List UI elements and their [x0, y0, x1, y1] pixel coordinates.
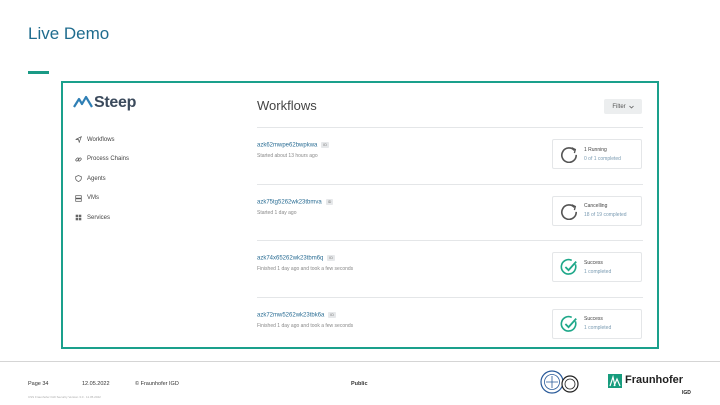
- app-window: Steep Workflows Process Chains Agents VM…: [61, 81, 659, 349]
- workflow-row: azk72mw5262wk23tbk6a ID Finished 1 day ag…: [257, 296, 643, 348]
- sidebar-item-label: Agents: [87, 175, 106, 182]
- fraunhofer-logo-icon: [608, 374, 622, 388]
- slide-title: Live Demo: [28, 24, 110, 43]
- page-title: Workflows: [257, 98, 317, 113]
- running-icon: [561, 147, 578, 163]
- workflow-id-link[interactable]: azk75tg5262wk23tbmva ID: [257, 198, 334, 205]
- id-badge: ID: [325, 198, 334, 205]
- classification-label: Public: [351, 381, 368, 387]
- id-badge: ID: [328, 311, 336, 318]
- workflow-id-link[interactable]: azk62mwpe62bwpkwa ID: [257, 142, 329, 149]
- sidebar-item-workflows[interactable]: Workflows: [75, 130, 129, 150]
- workflow-subtitle: Started 1 day ago: [257, 209, 297, 216]
- sidebar-item-label: VMs: [87, 195, 99, 202]
- link-icon: [75, 156, 82, 163]
- success-icon: [560, 258, 577, 275]
- send-icon: [75, 136, 82, 144]
- success-icon: [560, 315, 577, 332]
- footer-date: 12.05.2022: [82, 381, 110, 387]
- certification-seal-icon: [561, 375, 579, 393]
- sidebar-item-label: Workflows: [87, 136, 115, 143]
- sidebar-item-vms[interactable]: VMs: [75, 189, 129, 209]
- status-detail: 0 of 1 completed: [584, 155, 621, 162]
- sidebar-item-process-chains[interactable]: Process Chains: [75, 150, 129, 170]
- footer-divider: [0, 361, 720, 362]
- workflow-list: azk62mwpe62bwpkwa ID Started about 13 hou…: [257, 127, 643, 348]
- workflow-row: azk74x65262wk23tbm6q ID Finished 1 day ag…: [257, 240, 643, 297]
- brand-name: Fraunhofer: [625, 374, 684, 386]
- status-label: Success: [584, 259, 603, 266]
- footer-copyright: © Fraunhofer IGD: [135, 381, 179, 387]
- chevron-down-icon: [628, 105, 634, 109]
- logo-text: Steep: [94, 94, 137, 111]
- sidebar-item-services[interactable]: Services: [75, 208, 129, 228]
- status-card[interactable]: Cancelling 18 of 19 completed: [552, 195, 642, 226]
- sidebar-item-label: Services: [87, 214, 111, 221]
- fraunhofer-logo: Fraunhofer: [608, 374, 683, 388]
- workflow-row: azk75tg5262wk23tbmva ID Started 1 day ago…: [257, 183, 643, 241]
- id-badge: ID: [327, 255, 335, 261]
- workflow-id-link[interactable]: azk72mw5262wk23tbk6a ID: [257, 311, 336, 318]
- steep-logo-icon: [73, 95, 93, 108]
- title-accent-bar: [28, 71, 49, 74]
- workflow-subtitle: Started about 13 hours ago: [257, 153, 318, 159]
- status-card[interactable]: Success 1 completed: [552, 252, 642, 282]
- server-icon: [75, 195, 82, 202]
- sidebar-nav: Workflows Process Chains Agents VMs Serv…: [75, 130, 129, 228]
- status-detail: 1 completed: [584, 325, 612, 331]
- footer-small-print: CSS Fraunhofer IGD Security Version 3.0 …: [28, 395, 101, 399]
- workflow-row: azk62mwpe62bwpkwa ID Started about 13 hou…: [257, 127, 643, 184]
- status-card[interactable]: 1 Running 0 of 1 completed: [552, 139, 642, 169]
- filter-label: Filter: [612, 103, 626, 110]
- status-detail: 18 of 19 completed: [584, 212, 627, 218]
- workflow-subtitle: Finished 1 day ago and took a few second…: [257, 266, 354, 272]
- running-icon: [561, 203, 578, 220]
- workflow-subtitle: Finished 1 day ago and took a few second…: [257, 322, 354, 329]
- status-label: Cancelling: [584, 203, 608, 209]
- sidebar-item-label: Process Chains: [87, 156, 130, 163]
- filter-button[interactable]: Filter: [604, 99, 642, 114]
- id-badge: ID: [321, 142, 329, 148]
- status-card[interactable]: Success 1 completed: [552, 308, 642, 339]
- steep-logo[interactable]: Steep: [73, 94, 136, 112]
- page-number: Page 34: [28, 381, 49, 387]
- status-label: Success: [584, 316, 603, 322]
- sidebar-item-agents[interactable]: Agents: [75, 169, 129, 189]
- workflow-id-link[interactable]: azk74x65262wk23tbm6q ID: [257, 255, 335, 262]
- grid-icon: [75, 214, 82, 221]
- status-detail: 1 completed: [584, 268, 612, 275]
- status-label: 1 Running: [584, 146, 607, 153]
- brand-subtitle: IGD: [682, 390, 691, 396]
- shield-icon: [75, 175, 82, 183]
